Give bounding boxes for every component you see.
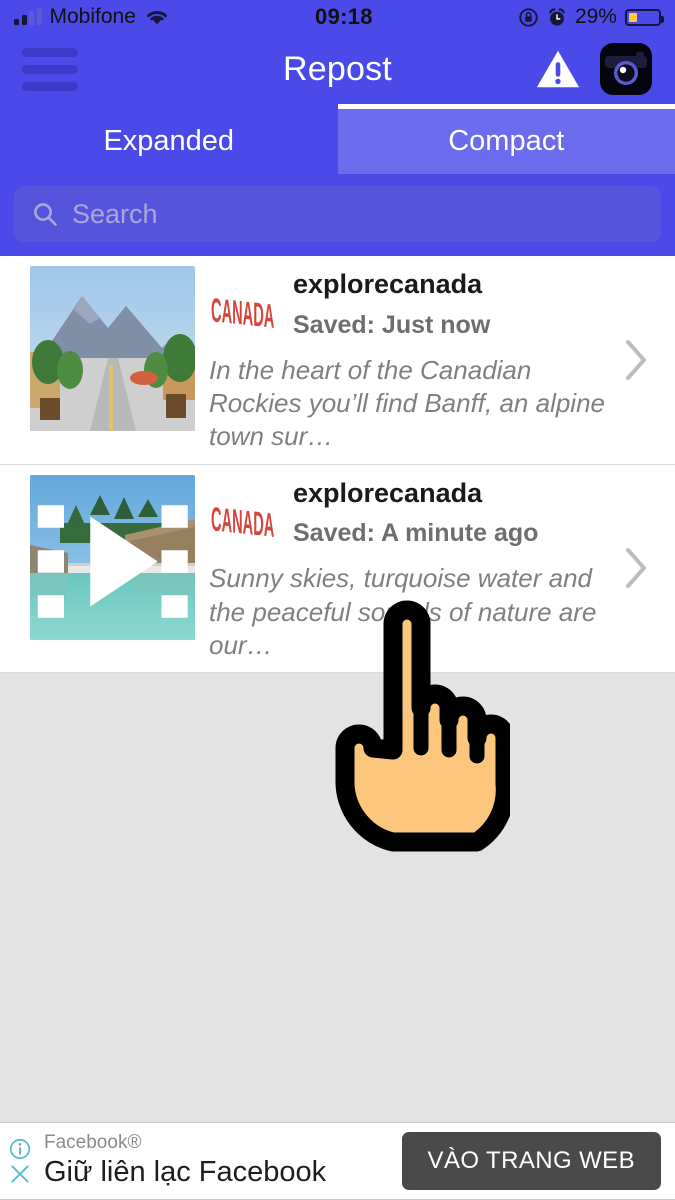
- post-username[interactable]: explorecanada: [293, 268, 615, 302]
- ad-controls: [6, 1138, 34, 1185]
- svg-text:CANADA: CANADA: [211, 291, 274, 328]
- post-body: CANADA explorecanada Saved: A minute ago…: [195, 475, 675, 663]
- tab-bar: Expanded Compact: [0, 104, 675, 174]
- ad-brand: Facebook®: [44, 1131, 142, 1153]
- post-meta: explorecanada Saved: Just now: [293, 266, 615, 340]
- nav-actions: [535, 42, 653, 96]
- rotation-lock-icon: [519, 7, 538, 27]
- tab-compact[interactable]: Compact: [337, 104, 675, 174]
- post-caption: In the heart of the Canadian Rockies you…: [209, 354, 606, 452]
- ad-cta-button[interactable]: VÀO TRANG WEB: [401, 1132, 661, 1190]
- chevron-right-icon[interactable]: [623, 338, 649, 382]
- chevron-right-icon[interactable]: [623, 546, 649, 590]
- signal-bars-icon: [14, 8, 42, 25]
- avatar: CANADA: [211, 291, 274, 328]
- search-bar[interactable]: [14, 186, 661, 242]
- instagram-camera-icon[interactable]: [599, 42, 653, 96]
- post-thumbnail: [30, 266, 195, 431]
- search-input[interactable]: [72, 198, 643, 230]
- post-saved-time: Saved: Just now: [293, 310, 491, 339]
- battery-icon: [624, 8, 664, 26]
- warning-triangle-icon[interactable]: [535, 46, 581, 92]
- post-saved-time: Saved: A minute ago: [293, 519, 539, 548]
- status-bar-right: 29%: [518, 5, 664, 29]
- search-icon: [34, 203, 57, 226]
- ad-headline: Giữ liên lạc Facebook: [44, 1155, 327, 1188]
- close-x-icon[interactable]: [9, 1163, 31, 1185]
- carrier-name: Mobifone: [49, 5, 136, 28]
- post-meta: explorecanada Saved: A minute ago: [293, 475, 615, 549]
- status-bar: Mobifone 09:18 29%: [0, 0, 675, 34]
- post-list: CANADA explorecanada Saved: Just now In …: [0, 256, 675, 674]
- nav-bar: Repost: [0, 34, 675, 104]
- post-header: CANADA explorecanada Saved: Just now: [209, 266, 615, 340]
- list-divider: [0, 672, 675, 674]
- post-caption: Sunny skies, turquoise water and the pea…: [209, 563, 597, 660]
- search-section: [0, 174, 675, 256]
- hamburger-menu-icon[interactable]: [22, 47, 78, 91]
- alarm-clock-icon: [549, 7, 565, 26]
- wifi-icon: [146, 11, 167, 25]
- battery-percent: 29%: [574, 5, 617, 28]
- avatar: CANADA: [211, 499, 274, 536]
- app-screen: Mobifone 09:18 29% Repost Expanded Compa…: [0, 0, 675, 1200]
- status-bar-time: 09:18: [315, 4, 373, 29]
- post-body: CANADA explorecanada Saved: Just now In …: [195, 266, 675, 454]
- post-list-area: CANADA explorecanada Saved: Just now In …: [0, 256, 675, 1122]
- table-row[interactable]: CANADA explorecanada Saved: Just now In …: [0, 256, 675, 464]
- post-username[interactable]: explorecanada: [293, 477, 615, 511]
- post-thumbnail: [30, 474, 195, 640]
- info-circle-icon[interactable]: [9, 1138, 31, 1160]
- svg-text:CANADA: CANADA: [211, 499, 274, 536]
- table-row[interactable]: CANADA explorecanada Saved: A minute ago…: [0, 464, 675, 673]
- video-icon: [37, 504, 188, 618]
- ad-text: Facebook® Giữ liên lạc Facebook: [44, 1131, 392, 1189]
- tab-expanded[interactable]: Expanded: [0, 104, 338, 174]
- post-header: CANADA explorecanada Saved: A minute ago: [209, 475, 615, 549]
- ad-banner: Facebook® Giữ liên lạc Facebook VÀO TRAN…: [0, 1122, 675, 1200]
- status-bar-left: Mobifone: [14, 5, 170, 29]
